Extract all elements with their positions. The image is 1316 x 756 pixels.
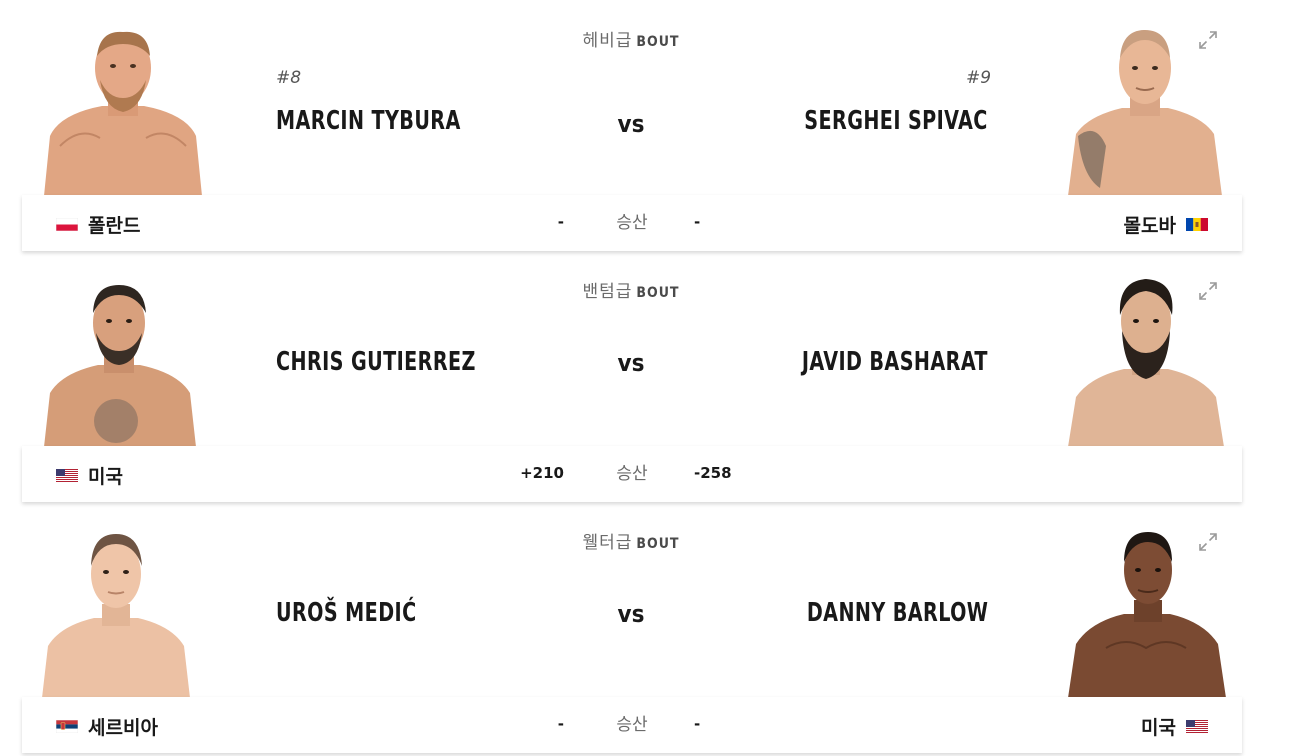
fighter-rank-blue: #9 (966, 68, 992, 88)
bout-info-bar: 미국 +210 승산 -258 (22, 446, 1242, 502)
moldova-flag-icon (1186, 218, 1208, 231)
bout-info-bar: 세르비아 - 승산 - 미국 (22, 697, 1242, 753)
fighter-photo-blue[interactable] (1066, 26, 1224, 196)
weight-class-label: 밴텀급 (582, 282, 633, 301)
bout-card: 웰터급 BOUT UROŠ MEDIĆ vs DANNY BARLOW 세르비아… (0, 502, 1316, 754)
odds-label: 승산 (616, 715, 648, 734)
fighter-rank-red: #8 (276, 68, 302, 88)
bout-label: BOUT (636, 34, 680, 50)
odds-label: 승산 (616, 213, 648, 232)
country-label: 몰도바 (1123, 216, 1176, 237)
odds-blue: - (694, 715, 701, 733)
bout-label: BOUT (636, 285, 680, 301)
bout-card: 밴텀급 BOUT CHRIS GUTIERREZ vs JAVID BASHARA… (0, 251, 1316, 503)
fighter-name-blue[interactable]: DANNY BARLOW (806, 598, 988, 628)
fighter-country-blue: 미국 (1141, 713, 1208, 740)
weight-class-label: 헤비급 (582, 31, 633, 50)
usa-flag-icon (1186, 720, 1208, 733)
bout-info-bar: 폴란드 - 승산 - 몰도바 (22, 195, 1242, 251)
bout-card: 헤비급 BOUT #8 MARCIN TYBURA vs #9 SERGHEI S… (0, 0, 1316, 252)
odds-blue: -258 (694, 464, 732, 482)
fighter-name-blue[interactable]: SERGHEI SPIVAC (805, 106, 988, 136)
fighter-photo-blue[interactable] (1066, 528, 1228, 698)
fighter-country-blue: 몰도바 (1124, 211, 1208, 238)
odds-blue: - (694, 213, 701, 231)
bout-label: BOUT (636, 536, 680, 552)
odds-label: 승산 (616, 464, 648, 483)
country-label: 미국 (1141, 718, 1176, 739)
fighter-name-blue[interactable]: JAVID BASHARAT (802, 347, 988, 377)
weight-class-label: 웰터급 (582, 533, 633, 552)
fighter-photo-blue[interactable] (1066, 277, 1226, 447)
